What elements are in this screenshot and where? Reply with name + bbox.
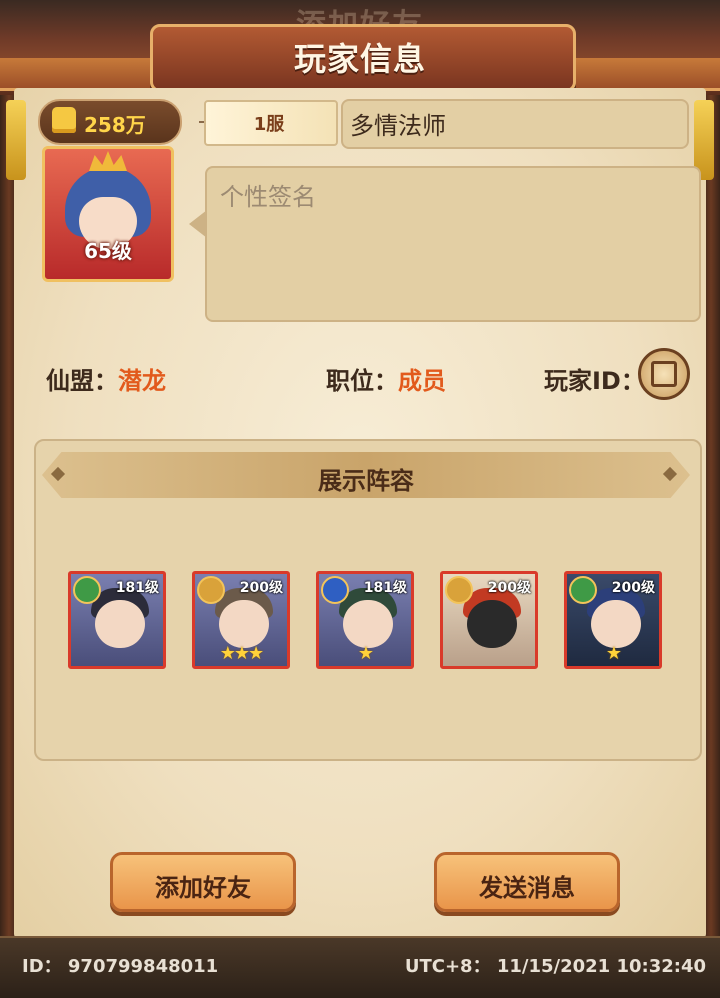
hero-level: 181级 (115, 580, 159, 596)
page-title: 玩家信息 (293, 40, 426, 78)
hero-portrait (591, 600, 641, 648)
position-label: 职位： (326, 367, 398, 395)
gold-icon (445, 576, 473, 604)
crown-icon (89, 151, 127, 171)
guild-info: 仙盟：潜龙 (46, 361, 166, 396)
guild-value: 潜龙 (118, 367, 166, 395)
footer-timestamp: UTC+8： 11/15/2021 10:32:40 (404, 956, 706, 977)
footer-id: ID： 970799848011 (22, 956, 219, 977)
hero-level: 200级 (611, 580, 655, 596)
copy-icon (651, 361, 677, 387)
hero-portrait (467, 600, 517, 648)
player-name: 多情法师 (350, 112, 446, 140)
hero-level: 200级 (239, 580, 283, 596)
hero-card[interactable]: 200级 ★ (564, 571, 662, 669)
hero-portrait (343, 600, 393, 648)
hero-stars: ★ (605, 643, 622, 664)
fist-icon (52, 107, 76, 133)
player-id-label: 玩家ID： (544, 367, 645, 395)
avatar[interactable]: 65级 (42, 146, 174, 282)
hero-level: 200级 (487, 580, 531, 596)
power-value: 258万 (84, 113, 146, 137)
lineup-title: 展示阵容 (318, 467, 414, 495)
hero-level: 181级 (363, 580, 407, 596)
wood-icon (73, 576, 101, 604)
left-pillar-ornament (6, 100, 26, 180)
guild-label: 仙盟： (46, 367, 118, 395)
gold-icon (197, 576, 225, 604)
wood-icon (569, 576, 597, 604)
server-label: 1服 (253, 114, 285, 135)
send-message-label: 发送消息 (479, 874, 575, 902)
hero-stars: ★ (357, 643, 374, 664)
hero-card[interactable]: 200级 (440, 571, 538, 669)
signature-placeholder: 个性签名 (220, 183, 316, 211)
hero-portrait (95, 600, 145, 648)
add-friend-label: 添加好友 (155, 874, 251, 902)
hero-card[interactable]: 200级 ★★★ (192, 571, 290, 669)
hero-card[interactable]: 181级 ★ (316, 571, 414, 669)
position-value: 成员 (398, 367, 446, 395)
hero-card[interactable]: 181级 (68, 571, 166, 669)
player-level: 65级 (84, 239, 132, 263)
hero-portrait (219, 600, 269, 648)
water-icon (321, 576, 349, 604)
position-info: 职位：成员 (326, 361, 446, 396)
hero-stars: ★★★ (219, 643, 264, 664)
